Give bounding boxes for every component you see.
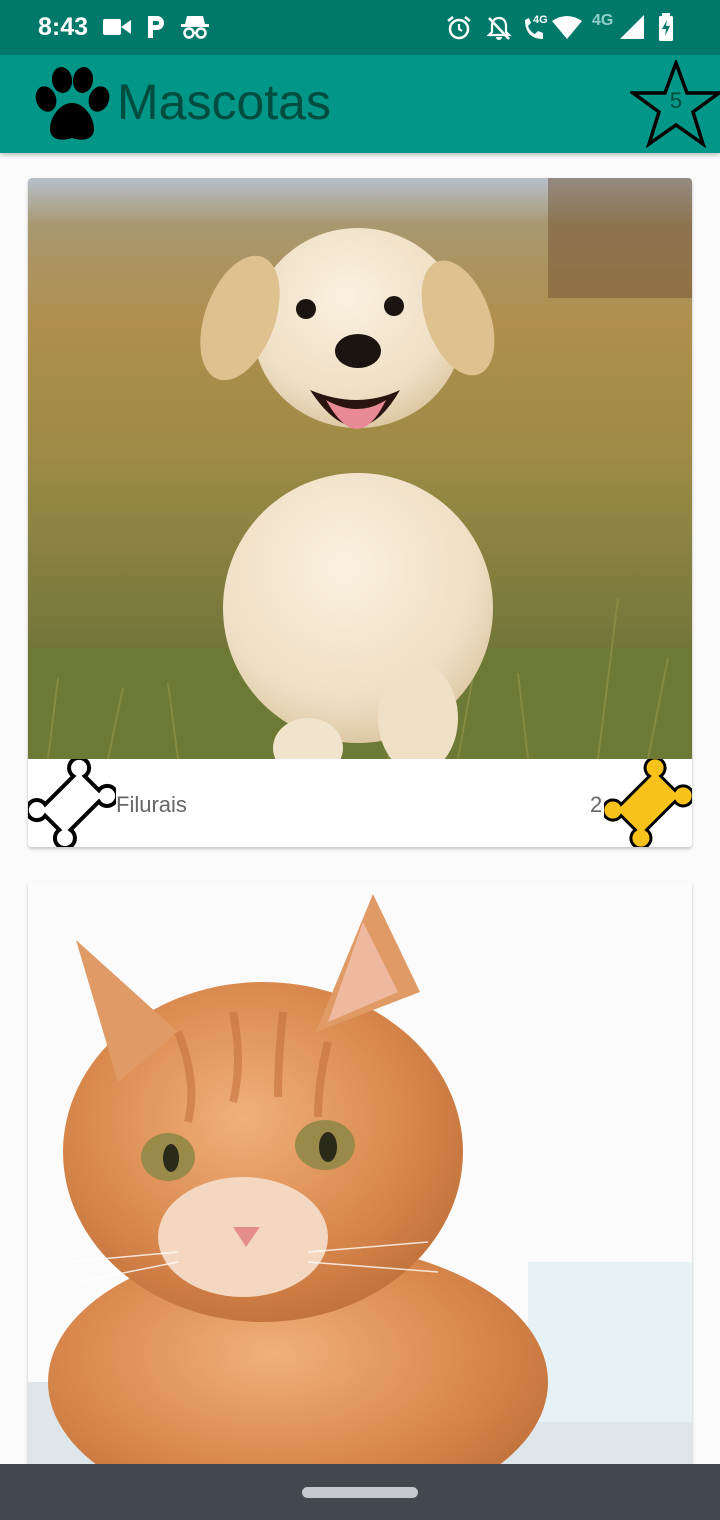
network-type: 4G <box>592 12 614 29</box>
cat-photo <box>28 882 692 1502</box>
signal-icon <box>620 15 644 39</box>
network-type-call: 4G <box>533 14 548 26</box>
notifications-off-icon <box>486 16 512 40</box>
status-bar: 8:43 4G 4G <box>0 0 720 55</box>
favorites-button[interactable]: 5 <box>627 57 720 150</box>
wifi-icon <box>552 16 582 39</box>
like-count: 2 <box>590 792 603 817</box>
puppy-photo <box>28 178 692 759</box>
paw-icon <box>35 67 110 140</box>
battery-charging-icon <box>659 13 673 41</box>
video-icon <box>103 19 131 35</box>
alarm-icon <box>447 16 471 40</box>
pet-card-footer: Filurais 2 <box>28 759 692 847</box>
pet-card <box>28 882 692 1502</box>
pet-name: Filurais <box>116 792 187 817</box>
app-title: Mascotas <box>117 74 331 130</box>
navigation-bar <box>0 1464 720 1520</box>
parking-icon <box>148 16 164 38</box>
pet-card: Filurais 2 <box>28 178 692 847</box>
app-bar: Mascotas 5 <box>0 55 720 153</box>
bone-outline-icon[interactable] <box>28 759 116 847</box>
incognito-icon <box>181 16 209 39</box>
favorites-count: 5 <box>669 88 683 113</box>
status-time: 8:43 <box>38 13 89 41</box>
bone-filled-icon[interactable] <box>604 759 692 847</box>
home-gesture-handle[interactable] <box>302 1487 418 1498</box>
